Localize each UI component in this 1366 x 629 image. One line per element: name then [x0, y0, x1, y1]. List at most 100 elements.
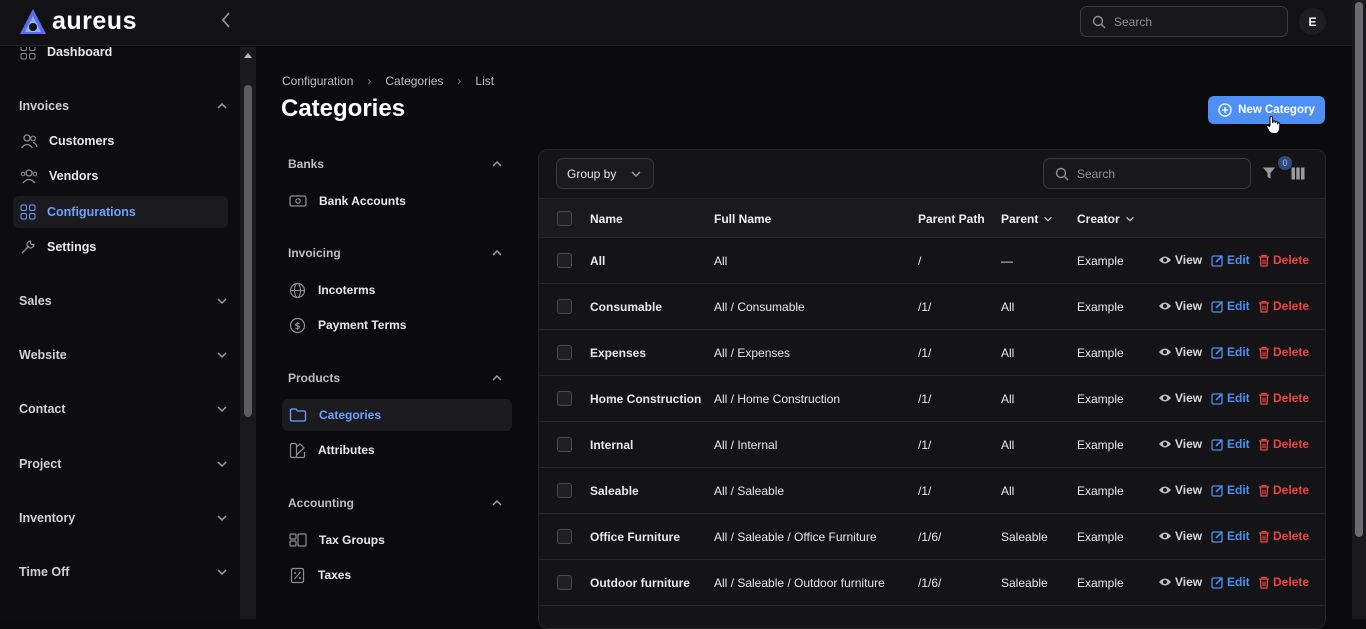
delete-button[interactable]: Delete [1258, 391, 1309, 405]
sidebar-group-website[interactable]: Website [19, 343, 229, 367]
delete-button[interactable]: Delete [1258, 437, 1309, 451]
delete-label: Delete [1273, 391, 1310, 405]
user-avatar[interactable]: E [1299, 8, 1326, 35]
subnav-group-accounting[interactable]: Accounting [288, 496, 504, 510]
sidebar-group-inventory[interactable]: Inventory [19, 506, 229, 530]
cell-parent-path: /1/ [918, 346, 932, 360]
cell-parent: Saleable [1001, 576, 1048, 590]
sidebar-group-sales[interactable]: Sales [19, 289, 229, 313]
app-logo[interactable]: aureus [18, 7, 137, 36]
edit-button[interactable]: Edit [1211, 529, 1250, 543]
view-button[interactable]: View [1158, 253, 1202, 267]
subnav-item-categories[interactable]: Categories [282, 399, 512, 431]
cell-full-name: All / Expenses [714, 346, 791, 360]
sidebar-group-project[interactable]: Project [19, 452, 229, 476]
delete-button[interactable]: Delete [1258, 253, 1309, 267]
subnav-item-incoterms[interactable]: Incoterms [282, 274, 512, 306]
cell-full-name: All / Saleable / Office Furniture [714, 530, 877, 544]
sidebar-item-settings[interactable]: Settings [13, 231, 228, 263]
svg-text:$: $ [294, 322, 300, 332]
subnav-group-label: Accounting [288, 496, 354, 510]
view-button[interactable]: View [1158, 483, 1202, 497]
row-checkbox[interactable] [557, 575, 572, 590]
subnav-group-banks[interactable]: Banks [288, 157, 504, 171]
sidebar-scrollbar[interactable] [240, 47, 256, 619]
global-search-input[interactable]: Search [1080, 6, 1288, 37]
sidebar-item-customers[interactable]: Customers [13, 125, 228, 157]
view-label: View [1175, 483, 1203, 497]
edit-button[interactable]: Edit [1211, 437, 1250, 451]
window-scrollbar[interactable] [1352, 0, 1366, 619]
breadcrumb-configuration[interactable]: Configuration [282, 74, 353, 88]
edit-button[interactable]: Edit [1211, 253, 1250, 267]
breadcrumb: Configuration › Categories › List [282, 74, 494, 88]
subnav-item-bank-accounts[interactable]: Bank Accounts [282, 185, 512, 217]
table-row: Consumable All / Consumable /1/ All Exam… [539, 284, 1325, 330]
view-button[interactable]: View [1158, 345, 1202, 359]
subnav-group-label: Products [288, 371, 341, 385]
select-all-checkbox[interactable] [557, 211, 572, 226]
swatch-icon [289, 442, 306, 458]
sidebar-item-vendors[interactable]: Vendors [13, 160, 228, 192]
group-by-dropdown[interactable]: Group by [556, 158, 654, 189]
view-button[interactable]: View [1158, 299, 1202, 313]
view-button[interactable]: View [1158, 391, 1202, 405]
delete-button[interactable]: Delete [1258, 575, 1309, 589]
cell-name: Outdoor furniture [590, 576, 690, 590]
edit-button[interactable]: Edit [1211, 345, 1250, 359]
edit-button[interactable]: Edit [1211, 575, 1250, 589]
sidebar-group-invoices[interactable]: Invoices [19, 94, 229, 118]
filter-icon[interactable] [1262, 166, 1276, 180]
sidebar-group-label: Inventory [19, 511, 76, 525]
subnav-item-payment-terms[interactable]: $ Payment Terms [282, 309, 512, 341]
row-checkbox[interactable] [557, 345, 572, 360]
edit-button[interactable]: Edit [1211, 391, 1250, 405]
scroll-up-arrow-icon[interactable] [244, 53, 252, 58]
subnav-group-products[interactable]: Products [288, 371, 504, 385]
table-search-input[interactable]: Search [1043, 158, 1251, 189]
sidebar-group-contact[interactable]: Contact [19, 397, 229, 421]
edit-button[interactable]: Edit [1211, 483, 1250, 497]
view-button[interactable]: View [1158, 437, 1202, 451]
subnav-item-tax-groups[interactable]: Tax Groups [282, 524, 512, 556]
column-header-name[interactable]: Name [590, 212, 623, 226]
sidebar-scrollbar-thumb[interactable] [244, 85, 252, 417]
row-checkbox[interactable] [557, 437, 572, 452]
view-button[interactable]: View [1158, 529, 1202, 543]
main-sidebar: Dashboard Invoices Customers Vendors Con… [0, 47, 240, 619]
row-checkbox[interactable] [557, 253, 572, 268]
row-checkbox[interactable] [557, 483, 572, 498]
breadcrumb-categories[interactable]: Categories [385, 74, 443, 88]
eye-icon [1159, 578, 1171, 586]
sidebar-item-label: Dashboard [47, 47, 113, 59]
window-scrollbar-thumb[interactable] [1355, 2, 1363, 537]
column-header-full-name[interactable]: Full Name [714, 212, 771, 226]
sidebar-item-dashboard[interactable]: Dashboard [13, 47, 228, 68]
eye-icon [1159, 486, 1171, 494]
edit-button[interactable]: Edit [1211, 299, 1250, 313]
sidebar-group-time-off[interactable]: Time Off [19, 560, 229, 584]
delete-button[interactable]: Delete [1258, 483, 1309, 497]
column-header-parent-path[interactable]: Parent Path [918, 212, 985, 226]
row-checkbox[interactable] [557, 299, 572, 314]
row-checkbox[interactable] [557, 529, 572, 544]
delete-button[interactable]: Delete [1258, 299, 1309, 313]
subnav-item-taxes[interactable]: Taxes [282, 559, 512, 591]
collapse-sidebar-icon[interactable] [220, 11, 236, 33]
view-button[interactable]: View [1158, 575, 1202, 589]
global-search-placeholder: Search [1114, 14, 1153, 29]
subnav-item-label: Bank Accounts [319, 194, 406, 208]
trash-icon [1259, 530, 1269, 543]
row-checkbox[interactable] [557, 391, 572, 406]
subnav-item-attributes[interactable]: Attributes [282, 434, 512, 466]
columns-icon[interactable] [1291, 167, 1305, 180]
delete-button[interactable]: Delete [1258, 529, 1309, 543]
subnav-group-invoicing[interactable]: Invoicing [288, 246, 504, 260]
sidebar-item-label: Vendors [49, 169, 99, 183]
sidebar-item-configurations[interactable]: Configurations [13, 196, 228, 228]
delete-button[interactable]: Delete [1258, 345, 1309, 359]
grid-icon [20, 204, 36, 220]
column-header-parent[interactable]: Parent [1001, 212, 1054, 226]
column-header-creator[interactable]: Creator [1077, 212, 1136, 226]
cell-full-name: All [714, 254, 728, 268]
